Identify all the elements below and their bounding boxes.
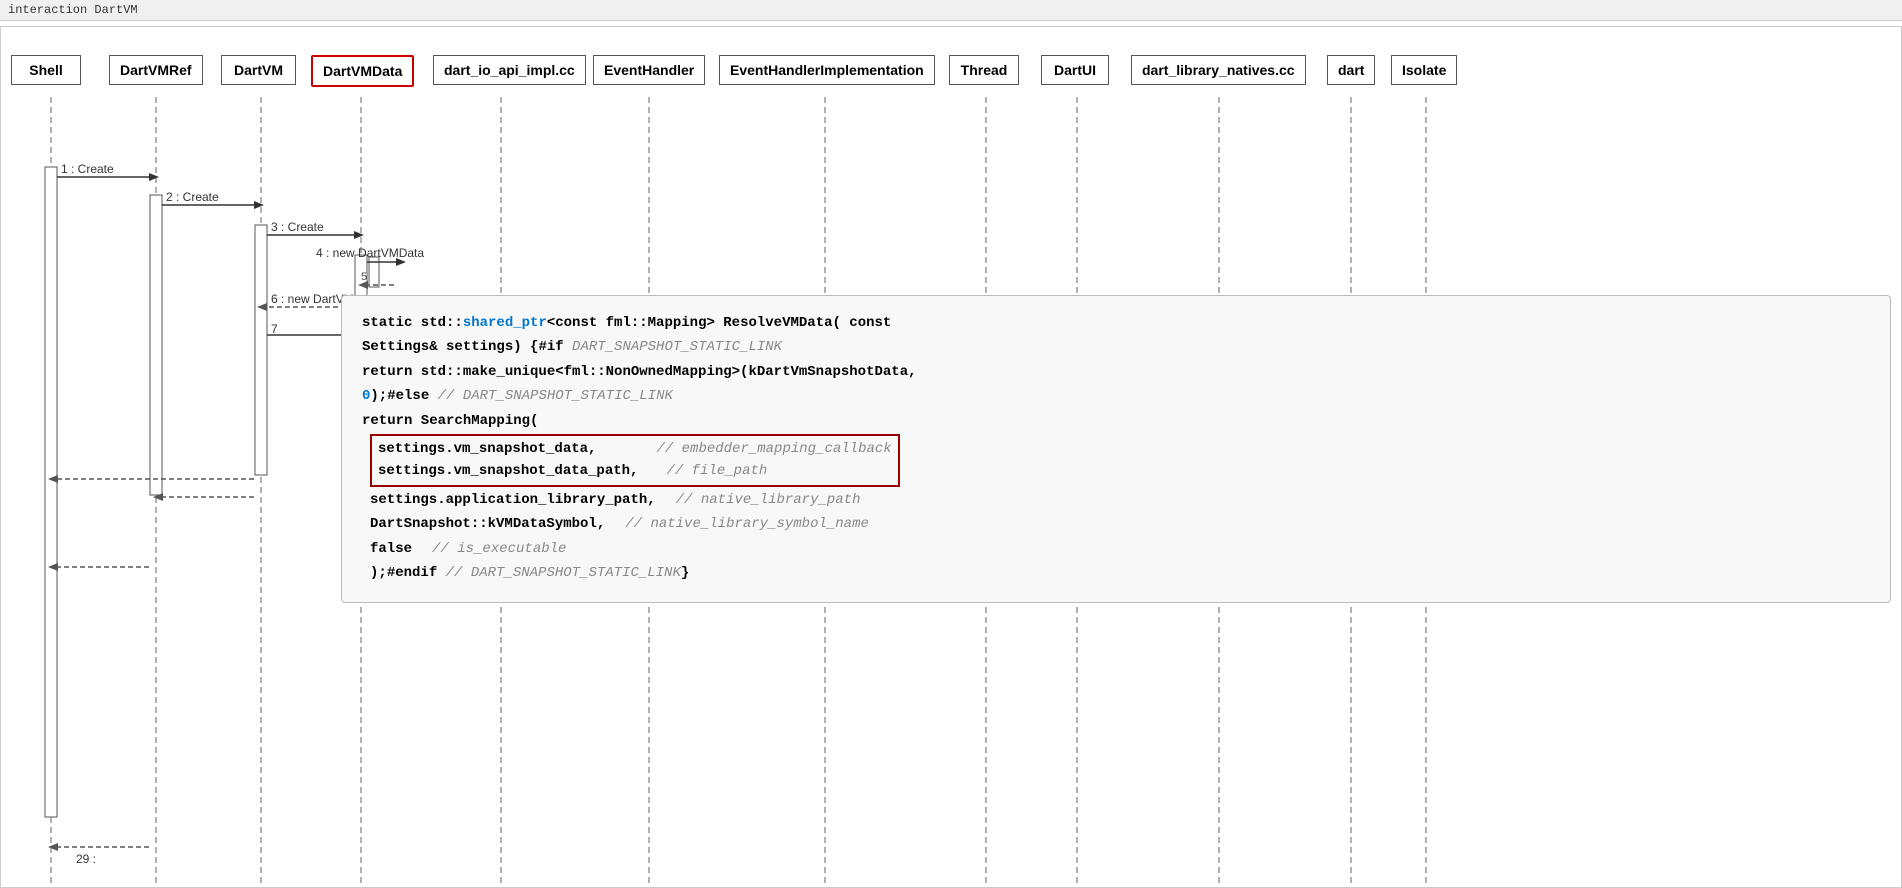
lifeline-DartVMRef: DartVMRef xyxy=(109,55,203,85)
lifeline-EventHandlerImpl: EventHandlerImplementation xyxy=(719,55,935,85)
code-line-3: return std::make_unique<fml::NonOwnedMap… xyxy=(362,361,1870,383)
lifeline-DartUI: DartUI xyxy=(1041,55,1109,85)
code-line-4: 0);#else // DART_SNAPSHOT_STATIC_LINK xyxy=(362,385,1870,407)
code-line-5: return SearchMapping( xyxy=(362,410,1870,432)
lifeline-dart-library: dart_library_natives.cc xyxy=(1131,55,1306,85)
code-line-9: DartSnapshot::kVMDataSymbol, // native_l… xyxy=(370,513,1870,535)
code-line-7: settings.vm_snapshot_data_path, // file_… xyxy=(378,460,892,482)
title-bar: interaction DartVM xyxy=(0,0,1902,21)
code-line-2: Settings& settings) {#if DART_SNAPSHOT_S… xyxy=(362,336,1870,358)
lifeline-Shell: Shell xyxy=(11,55,81,85)
lifeline-DartVMData: DartVMData xyxy=(311,55,414,87)
diagram-title: interaction DartVM xyxy=(8,3,138,17)
code-popup: static std::shared_ptr<const fml::Mappin… xyxy=(341,295,1891,603)
lifeline-Isolate: Isolate xyxy=(1391,55,1457,85)
code-line-11: );#endif // DART_SNAPSHOT_STATIC_LINK} xyxy=(370,562,1870,584)
code-line-6: settings.vm_snapshot_data, // embedder_m… xyxy=(378,438,892,460)
lifeline-dart: dart xyxy=(1327,55,1375,85)
svg-text:1 : Create: 1 : Create xyxy=(61,162,114,176)
svg-text:5: 5 xyxy=(361,271,367,283)
code-line-10: false // is_executable xyxy=(370,538,1870,560)
diagram-area: Shell DartVMRef DartVM DartVMData dart_i… xyxy=(0,26,1902,888)
svg-text:29 :: 29 : xyxy=(76,852,96,866)
code-line-1: static std::shared_ptr<const fml::Mappin… xyxy=(362,312,1870,334)
svg-text:2 : Create: 2 : Create xyxy=(166,190,219,204)
lifeline-DartVM: DartVM xyxy=(221,55,296,85)
code-highlighted-block: settings.vm_snapshot_data, // embedder_m… xyxy=(370,434,900,487)
lifeline-dart-io: dart_io_api_impl.cc xyxy=(433,55,586,85)
svg-text:7: 7 xyxy=(271,322,278,336)
svg-text:4 : new DartVMData: 4 : new DartVMData xyxy=(316,246,424,260)
lifeline-Thread: Thread xyxy=(949,55,1019,85)
svg-text:3 : Create: 3 : Create xyxy=(271,220,324,234)
lifeline-EventHandler: EventHandler xyxy=(593,55,705,85)
code-line-8: settings.application_library_path, // na… xyxy=(370,489,1870,511)
